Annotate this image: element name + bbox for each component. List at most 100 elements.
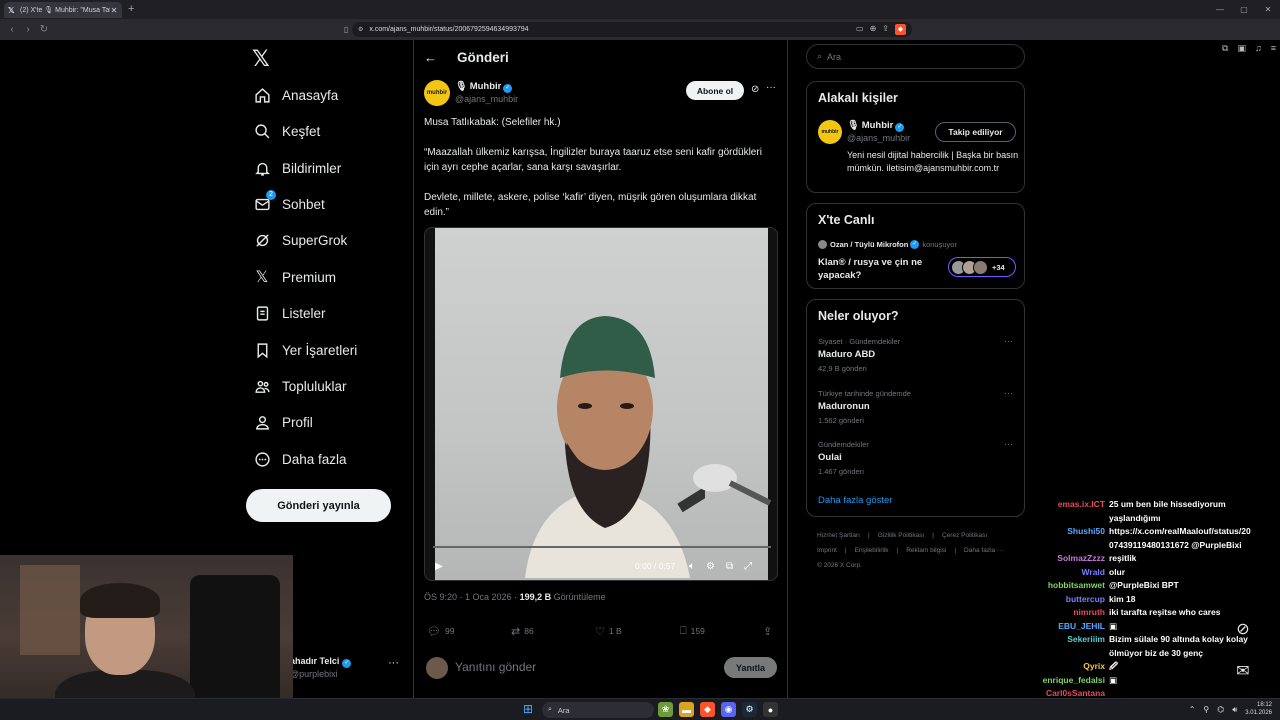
more-icon[interactable]: ··· (1004, 439, 1013, 449)
sidebar-item-notifications[interactable]: Bildirimler (252, 156, 341, 180)
footer-link[interactable]: Reklam bilgisi (906, 547, 946, 554)
trend-item[interactable]: Siyaset · Gündemdekiler Maduro ABD 42,9 … (818, 336, 1018, 377)
obs-icon[interactable]: ● (763, 702, 778, 717)
reader-icon[interactable]: ▭ (856, 24, 864, 35)
brave-shield-icon[interactable]: ◆ (895, 24, 906, 35)
sidebar-item-home[interactable]: Anasayfa (252, 83, 338, 107)
tray-app-icon[interactable]: ⚲ (1203, 705, 1209, 714)
live-listeners[interactable]: +34 (948, 257, 1016, 277)
x-logo-icon[interactable]: 𝕏 (252, 46, 270, 72)
reply-button[interactable]: 💬︎ 99 (427, 625, 454, 638)
close-tab-icon[interactable]: ✕ (110, 6, 118, 15)
more-icon[interactable]: ··· (766, 82, 776, 93)
more-icon[interactable]: ··· (1004, 336, 1013, 346)
mail-icon[interactable]: ✉ (1228, 656, 1258, 686)
avatar[interactable]: muhbir (818, 120, 842, 144)
footer-link[interactable]: Imprint (817, 547, 837, 554)
windows-start-icon[interactable]: ⊞ (523, 703, 536, 716)
tweet-paragraph: “Maazallah ülkemiz karışsa, İngilizler b… (424, 147, 762, 173)
sidebar-item-supergrok[interactable]: SuperGrok (252, 228, 347, 252)
subscribe-button[interactable]: Abone ol (686, 81, 744, 100)
avatar[interactable]: muhbir (424, 80, 450, 106)
sidebar-item-explore[interactable]: Keşfet (252, 119, 320, 143)
tray-expand-icon[interactable]: ⌃ (1189, 705, 1196, 714)
author-handle[interactable]: @ajans_muhbir (455, 94, 518, 104)
video-player[interactable]: ▶ 0:00 / 0:57 🔈︎ ⚙ ⧉ ⤢ (424, 227, 778, 581)
more-circle-icon (252, 449, 272, 469)
trend-item[interactable]: Türkiye tarihinde gündemde Maduronun 1.5… (818, 388, 1018, 429)
bookmark-page-icon[interactable]: ▯ (344, 25, 348, 34)
tweet-paragraph: Musa Tatlıkabak: (Selefiler hk.) (424, 117, 561, 128)
chat-username: Sekeriiim (1067, 634, 1105, 644)
wallet-icon[interactable]: ▣ (1237, 43, 1246, 54)
menu-icon[interactable]: ≡ (1271, 43, 1276, 54)
back-arrow-icon[interactable]: ← (424, 50, 437, 65)
back-icon[interactable]: ‹ (4, 24, 20, 35)
share-icon[interactable]: ⇪ (882, 24, 889, 35)
taskbar-clock[interactable]: 18:12 3.01.2026 (1245, 702, 1272, 717)
like-button[interactable]: ♡ 1 B (595, 625, 622, 638)
fullscreen-icon[interactable]: ⤢ (744, 561, 752, 572)
tweet-paragraph: Devlete, millete, askere, polise ‘kafir’… (424, 192, 757, 218)
sidebar-item-profile[interactable]: Profil (252, 410, 313, 434)
sidebar-item-premium[interactable]: 𝕏 Premium (252, 265, 336, 289)
volume-icon[interactable]: 🔊︎ (1232, 705, 1237, 715)
video-progress-bar[interactable] (433, 546, 771, 548)
author-name[interactable]: 🎙 Muhbir ✓ (455, 81, 513, 93)
play-icon[interactable]: ▶ (435, 561, 443, 572)
footer-link[interactable]: Hizmet Şartları (817, 532, 860, 539)
chat-text: ölmüyor biz de 30 genç (1109, 647, 1203, 658)
settings-icon[interactable]: ⚙ (706, 561, 715, 572)
zoom-icon[interactable]: ⊕ (870, 24, 877, 35)
repost-button[interactable]: ⇄ 86 (511, 625, 534, 638)
address-bar[interactable]: ▯ ⚙ x.com/ajans_muhbir/status/2006792594… (344, 22, 912, 37)
extensions-icon[interactable]: ⧉ (1222, 43, 1228, 54)
steam-icon[interactable]: ⚙ (742, 702, 757, 717)
window-controls: — ▢ ✕ (1208, 0, 1280, 19)
close-window-icon[interactable]: ✕ (1256, 0, 1280, 19)
more-icon[interactable]: ··· (388, 657, 399, 669)
sidebar-item-more[interactable]: Daha fazla (252, 447, 347, 471)
following-button[interactable]: Takip ediliyor (935, 122, 1016, 142)
brave-browser-icon[interactable]: ◆ (700, 702, 715, 717)
media-icon[interactable]: ♫ (1255, 43, 1262, 54)
footer-link[interactable]: Erişilebilirlik (855, 547, 889, 554)
more-icon[interactable]: ··· (1004, 388, 1013, 398)
widget-icon[interactable]: ❀ (658, 702, 673, 717)
share-button[interactable]: ⇪ (763, 625, 772, 638)
maximize-icon[interactable]: ▢ (1232, 0, 1256, 19)
reload-icon[interactable]: ↻ (36, 24, 52, 35)
grok-icon[interactable]: ⊘ (1228, 614, 1258, 644)
verified-icon: ✓ (503, 84, 513, 93)
search-input[interactable]: ⌕ Ara (806, 44, 1025, 69)
network-icon[interactable]: ⌬ (1217, 705, 1224, 714)
new-tab-icon[interactable]: + (128, 3, 134, 15)
footer-link[interactable]: Gizlilik Politikası (878, 532, 925, 539)
sidebar-item-label: Keşfet (282, 123, 321, 139)
sidebar-item-chat[interactable]: 2 Sohbet (252, 190, 325, 216)
forward-icon[interactable]: › (20, 24, 36, 35)
bookmark-button[interactable]: ⎕ 159 (680, 625, 705, 638)
discord-icon[interactable]: ◉ (721, 702, 736, 717)
footer-link[interactable]: Çerez Politikası (942, 532, 987, 539)
reply-input[interactable]: Yanıtını gönder (455, 660, 536, 674)
volume-icon[interactable]: 🔈︎ (689, 561, 695, 572)
minimize-icon[interactable]: — (1208, 0, 1232, 19)
browser-tab[interactable]: 𝕏 (2) X'te 🎙 Muhbir: "Musa Tatlı... ✕ (4, 2, 122, 18)
trend-item[interactable]: Gündemdekiler Oulai 1.467 gönderi ··· (818, 439, 1018, 480)
grok-icon[interactable]: ⊘ (751, 84, 759, 95)
reply-submit-button[interactable]: Yanıtla (724, 657, 777, 678)
related-name[interactable]: 🎙 Muhbir ✓ (847, 120, 905, 132)
taskbar-search[interactable]: ⌕ Ara (542, 702, 654, 718)
file-explorer-icon[interactable]: ▬ (679, 702, 694, 717)
sidebar-item-lists[interactable]: Listeler (252, 301, 326, 325)
sidebar-item-communities[interactable]: Topluluklar (252, 374, 347, 398)
picture-in-picture-icon[interactable]: ⧉ (726, 561, 733, 572)
post-button[interactable]: Gönderi yayınla (246, 489, 391, 522)
live-space-title[interactable]: Klan® / rusya ve çin ne yapacak? (818, 256, 938, 282)
show-more-link[interactable]: Daha fazla göster (818, 495, 892, 506)
site-info-icon[interactable]: ⚙ (358, 26, 363, 33)
tweet-timestamp[interactable]: ÖS 9:20 · 1 Oca 2026 · (424, 592, 520, 602)
footer-link[interactable]: Daha fazla ··· (964, 547, 1003, 554)
sidebar-item-bookmarks[interactable]: Yer İşaretleri (252, 338, 357, 362)
